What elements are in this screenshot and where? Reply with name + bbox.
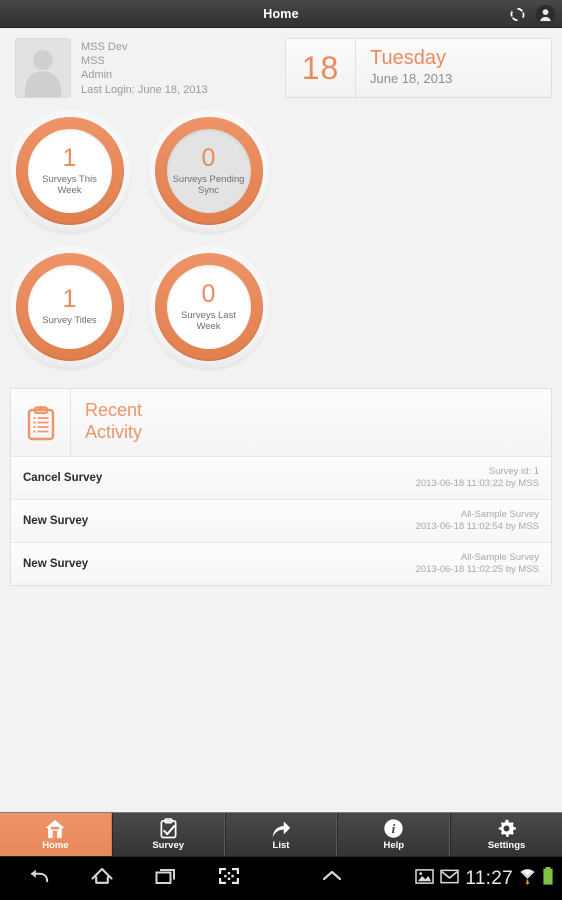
stat-circle-inner: 1 Surveys This Week <box>27 129 112 213</box>
recent-apps-icon[interactable] <box>153 865 179 892</box>
stat-value: 0 <box>201 143 216 172</box>
stat-value: 1 <box>62 143 77 172</box>
stat-value: 0 <box>201 279 216 308</box>
recent-activity-header: Recent Activity <box>11 389 551 456</box>
android-nav-buttons <box>0 865 345 892</box>
stat-circle-outer: 1 Survey Titles <box>8 246 131 368</box>
chevron-up-icon[interactable] <box>319 865 345 892</box>
wifi-icon <box>519 867 536 891</box>
account-icon[interactable] <box>535 4 556 25</box>
tab-label: List <box>272 840 290 851</box>
recent-activity-panel: Recent Activity Cancel Survey Survey id:… <box>10 388 552 586</box>
image-icon <box>415 868 435 890</box>
clipboard-icon <box>11 389 71 456</box>
profile-name: MSS Dev <box>81 41 128 53</box>
date-day-number: 18 <box>286 39 356 97</box>
date-card: 18 Tuesday June 18, 2013 <box>285 38 552 98</box>
activity-name: New Survey <box>23 515 89 527</box>
stat-circle-outer: 0 Surveys Pending Sync <box>147 110 270 232</box>
svg-text:i: i <box>392 821 396 836</box>
stats-row-1: 1 Surveys This Week 0 Surveys Pending Sy… <box>0 110 562 232</box>
stat-label: Surveys This Week <box>42 173 97 197</box>
stat-circle-inner: 0 Surveys Last Week <box>166 265 251 349</box>
stat-circle-ring: 0 Surveys Pending Sync <box>154 117 263 225</box>
stat-circle-inner: 0 Surveys Pending Sync <box>166 129 251 213</box>
stat-value: 1 <box>62 285 77 314</box>
stat-label: Surveys Last Week <box>181 309 236 333</box>
android-status-icons: 11:27 <box>415 866 554 891</box>
stats-row-2: 1 Survey Titles 0 Surveys Last Week <box>0 246 562 368</box>
stat-circle-ring: 1 Survey Titles <box>15 253 124 361</box>
mail-icon <box>440 868 460 890</box>
table-row[interactable]: New Survey All-Sample Survey 2013-06-18 … <box>11 499 551 542</box>
tab-list[interactable]: List <box>224 813 338 856</box>
avatar-body <box>25 71 61 97</box>
stat-circle-outer: 1 Surveys This Week <box>8 110 131 232</box>
header-actions <box>507 0 556 28</box>
stats-grid: 1 Surveys This Week 0 Surveys Pending Sy… <box>0 98 562 368</box>
table-row[interactable]: Cancel Survey Survey id: 1 2013-06-18 11… <box>11 456 551 499</box>
gear-icon <box>496 818 517 839</box>
top-strip: MSS Dev MSS Admin Last Login: June 18, 2… <box>0 28 562 98</box>
profile-role: Admin <box>81 69 113 82</box>
stat-circle-inner: 1 Survey Titles <box>27 265 112 349</box>
system-clock: 11:27 <box>465 867 513 889</box>
android-system-bar: 11:27 <box>0 856 562 900</box>
stat-label: Surveys Pending Sync <box>172 173 245 197</box>
stat-survey-titles[interactable]: 1 Survey Titles <box>0 246 139 368</box>
tab-label: Settings <box>487 840 526 851</box>
screenshot-icon[interactable] <box>217 865 241 892</box>
stat-circle-ring: 1 Surveys This Week <box>15 117 124 225</box>
date-full-date: June 18, 2013 <box>370 71 453 86</box>
stat-circle-outer: 0 Surveys Last Week <box>147 246 270 368</box>
profile-org: MSS <box>81 55 105 68</box>
avatar <box>15 38 71 98</box>
date-text: Tuesday June 18, 2013 <box>356 39 452 97</box>
home-outline-icon[interactable] <box>89 865 115 892</box>
share-arrow-icon <box>270 818 292 839</box>
sync-icon[interactable] <box>507 4 528 25</box>
tab-label: Home <box>42 839 69 851</box>
avatar-head <box>33 50 53 70</box>
activity-meta: Survey id: 1 2013-06-18 11:03:22 by MSS <box>416 466 539 490</box>
clipboard-check-icon <box>159 818 178 839</box>
profile-details: MSS Dev MSS Admin Last Login: June 18, 2… <box>81 38 208 98</box>
activity-meta: All-Sample Survey 2013-06-18 11:02:25 by… <box>416 552 539 576</box>
recent-activity-title-line1: Recent <box>85 400 143 420</box>
activity-timestamp: 2013-06-18 11:02:54 by MSS <box>415 521 539 532</box>
tab-label: Survey <box>152 840 185 851</box>
profile-block: MSS Dev MSS Admin Last Login: June 18, 2… <box>10 38 275 98</box>
app-header: Home <box>0 0 562 28</box>
tab-label: Help <box>383 840 405 851</box>
stat-surveys-this-week[interactable]: 1 Surveys This Week <box>0 110 139 232</box>
activity-detail: Survey id: 1 <box>488 466 539 477</box>
activity-timestamp: 2013-06-18 11:03:22 by MSS <box>415 478 539 489</box>
home-icon <box>44 819 66 839</box>
stat-surveys-pending-sync[interactable]: 0 Surveys Pending Sync <box>139 110 278 232</box>
activity-detail: All-Sample Survey <box>460 509 539 520</box>
back-icon[interactable] <box>26 865 51 892</box>
stat-label: Survey Titles <box>42 315 97 327</box>
bottom-tab-bar: Home Survey List i Help Settings <box>0 812 562 856</box>
table-row[interactable]: New Survey All-Sample Survey 2013-06-18 … <box>11 542 551 585</box>
tab-help[interactable]: i Help <box>337 813 451 856</box>
recent-activity-title-line2: Activity <box>85 422 143 442</box>
activity-name: New Survey <box>23 558 89 570</box>
tab-settings[interactable]: Settings <box>450 813 562 856</box>
activity-meta: All-Sample Survey 2013-06-18 11:02:54 by… <box>416 509 539 533</box>
activity-detail: All-Sample Survey <box>460 552 539 563</box>
date-weekday: Tuesday <box>370 47 446 69</box>
profile-last-login: Last Login: June 18, 2013 <box>81 83 208 96</box>
stat-circle-ring: 0 Surveys Last Week <box>154 253 263 361</box>
activity-name: Cancel Survey <box>23 472 103 484</box>
info-icon: i <box>383 818 404 839</box>
stat-surveys-last-week[interactable]: 0 Surveys Last Week <box>139 246 278 368</box>
recent-activity-title: Recent Activity <box>71 389 142 456</box>
page-title: Home <box>263 6 299 21</box>
activity-timestamp: 2013-06-18 11:02:25 by MSS <box>415 564 539 575</box>
tab-home[interactable]: Home <box>0 813 112 856</box>
battery-full-icon <box>542 866 554 891</box>
tab-survey[interactable]: Survey <box>111 813 225 856</box>
